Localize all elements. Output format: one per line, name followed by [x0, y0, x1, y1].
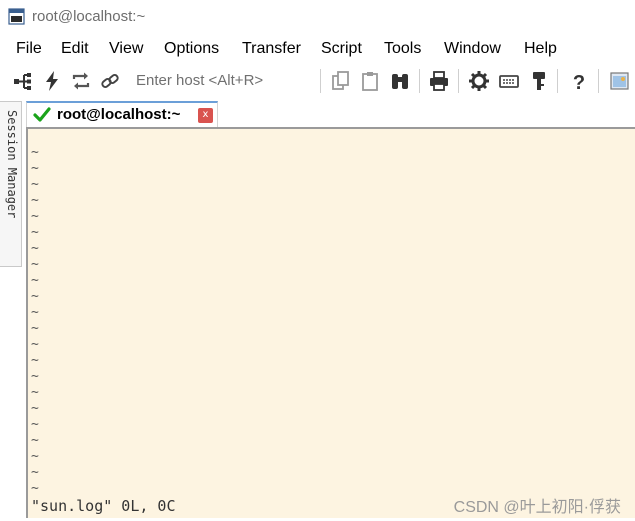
vim-tilde-line: ~	[31, 321, 39, 336]
session-image-icon[interactable]	[609, 70, 631, 92]
tab-close-button[interactable]: x	[198, 108, 213, 123]
vim-tilde-line: ~	[31, 225, 39, 240]
menu-tools[interactable]: Tools	[384, 40, 421, 58]
vim-tilde-line: ~	[31, 145, 39, 160]
tab-strip: root@localhost:~ x	[24, 100, 635, 128]
vim-tilde-line: ~	[31, 337, 39, 352]
menu-script[interactable]: Script	[321, 40, 362, 58]
keyboard-icon[interactable]	[498, 70, 520, 92]
vim-tilde-line: ~	[31, 305, 39, 320]
vim-tilde-line: ~	[31, 401, 39, 416]
help-icon[interactable]: ?	[568, 70, 590, 92]
menu-edit[interactable]: Edit	[61, 40, 89, 58]
toolbar-divider	[557, 69, 558, 93]
vim-tilde-line: ~	[31, 433, 39, 448]
vim-tilde-line: ~	[31, 385, 39, 400]
watermark: CSDN @叶上初阳·俘获	[453, 499, 621, 516]
vim-tilde-line: ~	[31, 417, 39, 432]
vim-tilde-line: ~	[31, 369, 39, 384]
vim-tilde-line: ~	[31, 241, 39, 256]
toolbar-divider	[598, 69, 599, 93]
vim-tilde-line: ~	[31, 465, 39, 480]
menu-options[interactable]: Options	[164, 40, 219, 58]
connected-check-icon	[33, 107, 51, 122]
menu-bar: File Edit View Options Transfer Script T…	[0, 36, 635, 62]
paste-icon[interactable]	[359, 70, 381, 92]
host-placeholder: Enter host <Alt+R>	[136, 72, 264, 89]
gear-icon[interactable]	[468, 70, 490, 92]
binoculars-icon[interactable]	[389, 70, 411, 92]
toolbar-divider	[419, 69, 420, 93]
session-tab[interactable]: root@localhost:~ x	[26, 101, 218, 127]
session-manager-panel[interactable]: Session Manager	[0, 101, 22, 267]
menu-help[interactable]: Help	[524, 40, 557, 58]
vim-empty-lines: ~ ~ ~ ~ ~ ~ ~ ~ ~ ~ ~ ~ ~ ~ ~ ~ ~ ~ ~ ~ ~ ~	[31, 145, 39, 497]
link-icon[interactable]	[99, 70, 121, 92]
title-bar: root@localhost:~	[0, 0, 635, 34]
vim-tilde-line: ~	[31, 161, 39, 176]
menu-view[interactable]: View	[109, 40, 143, 58]
vim-status-line: "sun.log" 0L, 0C	[31, 497, 176, 515]
key-icon[interactable]	[528, 70, 550, 92]
vim-tilde-line: ~	[31, 273, 39, 288]
toolbar-divider	[458, 69, 459, 93]
vim-tilde-line: ~	[31, 177, 39, 192]
terminal-area[interactable]: ~ ~ ~ ~ ~ ~ ~ ~ ~ ~ ~ ~ ~ ~ ~ ~ ~ ~ ~ ~ ~ ~ "sun.log" 0L, 0C …	[26, 127, 635, 518]
vim-tilde-line: ~	[31, 449, 39, 464]
app-window-icon	[8, 8, 25, 25]
lightning-icon[interactable]	[41, 70, 63, 92]
copy-icon[interactable]	[330, 70, 352, 92]
toolbar-divider	[320, 69, 321, 93]
menu-file[interactable]: File	[16, 40, 42, 58]
reconnect-icon[interactable]	[70, 70, 92, 92]
vim-tilde-line: ~	[31, 289, 39, 304]
connect-tree-icon[interactable]	[12, 70, 34, 92]
menu-window[interactable]: Window	[444, 40, 501, 58]
vim-tilde-line: ~	[31, 353, 39, 368]
svg-text:?: ?	[573, 72, 585, 92]
print-icon[interactable]	[428, 70, 450, 92]
host-input[interactable]: Enter host <Alt+R>	[128, 69, 316, 93]
window-title: root@localhost:~	[32, 8, 146, 25]
vim-tilde-line: ~	[31, 481, 39, 496]
menu-transfer[interactable]: Transfer	[242, 40, 301, 58]
session-manager-label: Session Manager	[5, 110, 19, 219]
vim-tilde-line: ~	[31, 193, 39, 208]
vim-tilde-line: ~	[31, 257, 39, 272]
tab-label: root@localhost:~	[57, 106, 181, 123]
vim-tilde-line: ~	[31, 209, 39, 224]
toolbar: Enter host <Alt+R> ?	[0, 63, 635, 99]
